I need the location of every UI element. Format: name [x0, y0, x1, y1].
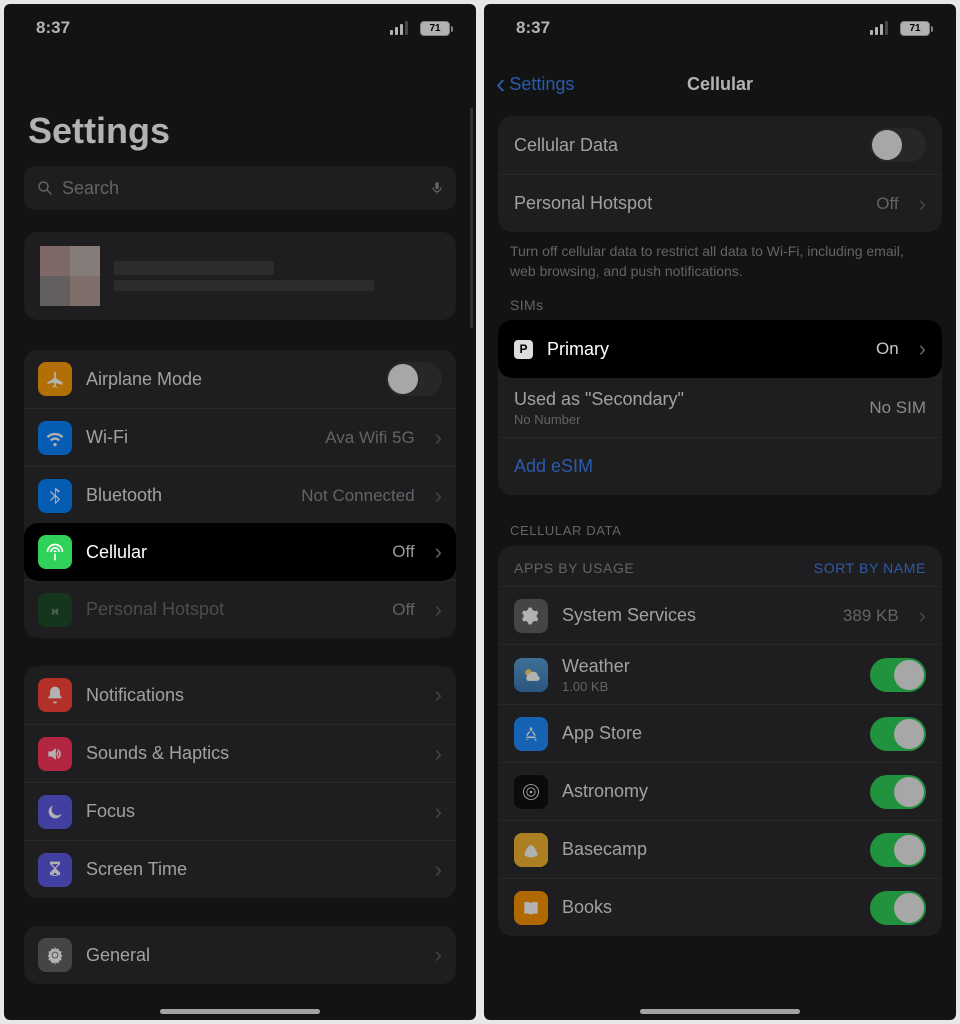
chevron-right-icon: ›: [435, 539, 442, 565]
sims-header: SIMs: [484, 285, 956, 319]
cellular-data-row[interactable]: Cellular Data: [498, 116, 942, 174]
hourglass-icon: [38, 853, 72, 887]
home-indicator[interactable]: [160, 1009, 320, 1014]
avatar: [40, 246, 100, 306]
screentime-row[interactable]: Screen Time ›: [24, 840, 456, 898]
cellular-top-group: Cellular Data Personal Hotspot Off ›: [498, 116, 942, 232]
weather-row[interactable]: Weather 1.00 KB: [498, 644, 942, 704]
status-time: 8:37: [36, 18, 70, 38]
basecamp-toggle[interactable]: [870, 833, 926, 867]
chevron-right-icon: ›: [435, 799, 442, 825]
apple-id-row[interactable]: [24, 232, 456, 320]
chevron-right-icon: ›: [435, 682, 442, 708]
nav-title: Cellular: [687, 74, 753, 95]
books-icon: [514, 891, 548, 925]
moon-icon: [38, 795, 72, 829]
bluetooth-icon: [38, 479, 72, 513]
cellular-screen: 8:37 71 ‹ Settings Cellular Cellular Dat…: [484, 4, 956, 1020]
books-row[interactable]: Books: [498, 878, 942, 936]
focus-row[interactable]: Focus ›: [24, 782, 456, 840]
secondary-sim-row[interactable]: Used as "Secondary" No Number No SIM: [498, 377, 942, 437]
chevron-right-icon: ›: [435, 741, 442, 767]
general-group: General ›: [24, 926, 456, 984]
books-toggle[interactable]: [870, 891, 926, 925]
weather-toggle[interactable]: [870, 658, 926, 692]
home-indicator[interactable]: [640, 1009, 800, 1014]
cellular-signal-icon: [870, 21, 888, 35]
nav-header: ‹ Settings Cellular: [484, 62, 956, 106]
bell-icon: [38, 678, 72, 712]
basecamp-row[interactable]: Basecamp: [498, 820, 942, 878]
chevron-right-icon: ›: [919, 603, 926, 629]
primary-sim-row[interactable]: P Primary On ›: [498, 320, 942, 378]
chevron-right-icon: ›: [435, 597, 442, 623]
general-row[interactable]: General ›: [24, 926, 456, 984]
alerts-group: Notifications › Sounds & Haptics › Focus…: [24, 666, 456, 898]
chevron-left-icon: ‹: [496, 70, 505, 98]
chevron-right-icon: ›: [435, 483, 442, 509]
back-button[interactable]: ‹ Settings: [496, 70, 574, 98]
airplane-toggle[interactable]: [386, 362, 442, 396]
battery-icon: 71: [900, 21, 930, 36]
astronomy-icon: [514, 775, 548, 809]
search-placeholder: Search: [62, 178, 119, 199]
cellular-data-header: CELLULAR DATA: [484, 495, 956, 544]
appstore-toggle[interactable]: [870, 717, 926, 751]
wifi-row-icon: [38, 421, 72, 455]
sims-group: P Primary On › Used as "Secondary" No Nu…: [498, 320, 942, 495]
page-title: Settings: [4, 52, 476, 166]
cellular-row[interactable]: Cellular Off ›: [24, 523, 456, 581]
gear-icon: [38, 938, 72, 972]
system-services-row[interactable]: System Services 389 KB ›: [498, 586, 942, 644]
scroll-indicator[interactable]: [470, 108, 473, 328]
search-icon: [36, 179, 54, 197]
astronomy-row[interactable]: Astronomy: [498, 762, 942, 820]
speaker-icon: [38, 737, 72, 771]
airplane-mode-row[interactable]: Airplane Mode: [24, 350, 456, 408]
chevron-right-icon: ›: [435, 857, 442, 883]
wifi-row[interactable]: Wi-Fi Ava Wifi 5G ›: [24, 408, 456, 466]
sounds-row[interactable]: Sounds & Haptics ›: [24, 724, 456, 782]
status-bar: 8:37 71: [484, 4, 956, 52]
status-bar: 8:37 71: [4, 4, 476, 52]
chevron-right-icon: ›: [435, 942, 442, 968]
gear-icon: [514, 599, 548, 633]
profile-text-redacted: [114, 256, 374, 296]
personal-hotspot-row[interactable]: Personal Hotspot Off ›: [498, 174, 942, 232]
add-esim-row[interactable]: Add eSIM: [498, 437, 942, 495]
search-input[interactable]: Search: [24, 166, 456, 210]
basecamp-icon: [514, 833, 548, 867]
astronomy-toggle[interactable]: [870, 775, 926, 809]
bluetooth-row[interactable]: Bluetooth Not Connected ›: [24, 466, 456, 524]
apps-group: APPS BY USAGE SORT BY NAME System Servic…: [498, 546, 942, 936]
appstore-row[interactable]: App Store: [498, 704, 942, 762]
chevron-right-icon: ›: [919, 336, 926, 362]
battery-icon: 71: [420, 21, 450, 36]
chevron-right-icon: ›: [919, 191, 926, 217]
cellular-note: Turn off cellular data to restrict all d…: [484, 232, 956, 285]
apps-usage-header: APPS BY USAGE SORT BY NAME: [498, 546, 942, 586]
status-time: 8:37: [516, 18, 550, 38]
settings-screen: 8:37 71 Settings Search Airplane Mode Wi…: [4, 4, 476, 1020]
mic-icon[interactable]: [430, 178, 444, 198]
hotspot-icon: [38, 593, 72, 627]
sim-badge-icon: P: [514, 340, 533, 359]
cellular-data-toggle[interactable]: [870, 128, 926, 162]
personal-hotspot-row[interactable]: Personal Hotspot Off ›: [24, 580, 456, 638]
notifications-row[interactable]: Notifications ›: [24, 666, 456, 724]
cellular-signal-icon: [390, 21, 408, 35]
connectivity-group: Airplane Mode Wi-Fi Ava Wifi 5G › Blueto…: [24, 350, 456, 638]
cellular-icon: [38, 535, 72, 569]
appstore-icon: [514, 717, 548, 751]
weather-icon: [514, 658, 548, 692]
chevron-right-icon: ›: [435, 425, 442, 451]
airplane-icon: [38, 362, 72, 396]
sort-by-name-button[interactable]: SORT BY NAME: [814, 560, 926, 576]
